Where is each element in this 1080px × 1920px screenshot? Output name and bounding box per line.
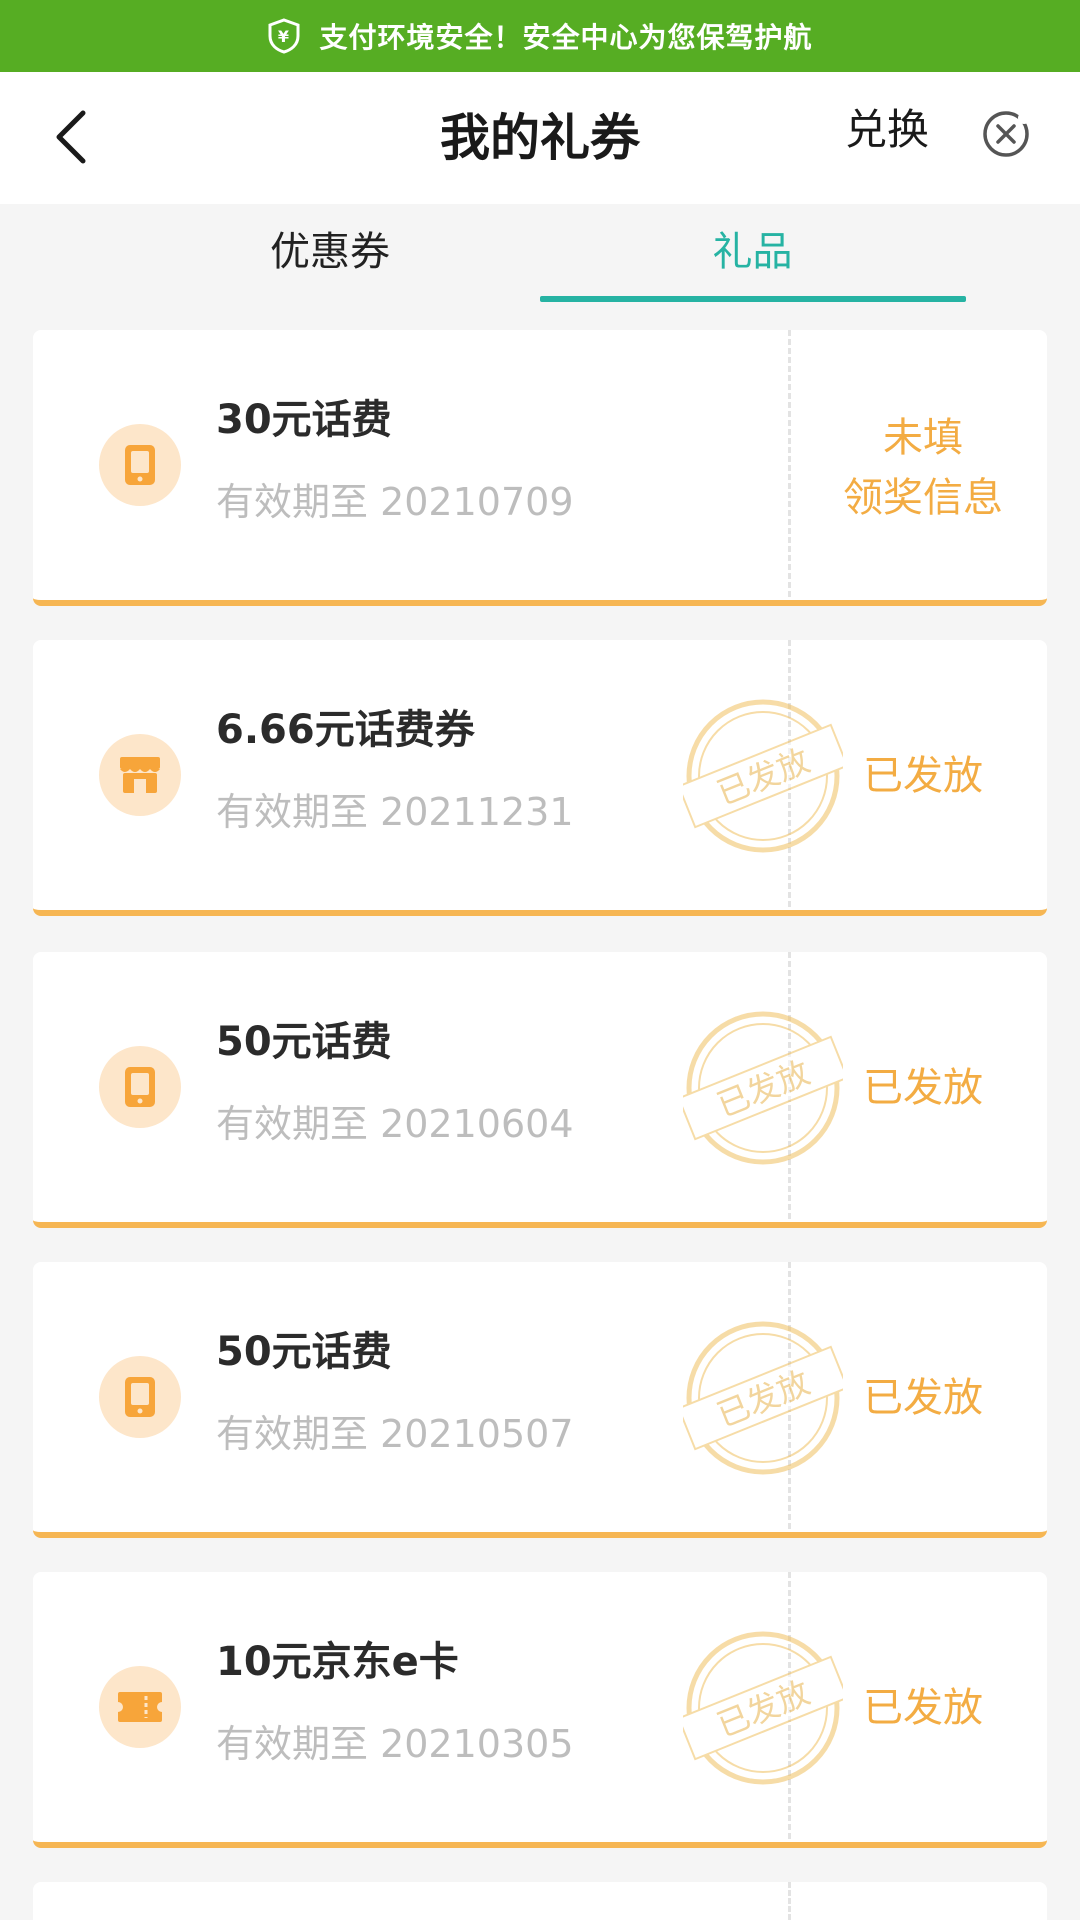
status-line-2: 领奖信息 [843,475,1003,521]
gift-name: 10元京东e卡 [216,1639,459,1685]
shield-yuan-icon: ¥ [268,18,300,54]
security-banner: ¥ 支付环境安全！安全中心为您保驾护航 [0,0,1080,72]
phone-icon [125,445,155,485]
app-header: 我的礼券 兑换 [0,72,1080,204]
gift-expiry: 有效期至 20210604 [216,1102,574,1146]
tab-bar: 优惠券 礼品 [0,204,1080,304]
gift-status: 已发放 [863,1685,983,1731]
tab-gifts[interactable]: 礼品 [540,224,965,280]
status-line-1: 未填 [883,415,963,461]
card-divider [788,1882,791,1920]
gift-card[interactable]: 30元话费 有效期至 20210709 未填 领奖信息 [33,330,1047,606]
svg-text:¥: ¥ [278,27,290,46]
gift-icon-badge [99,734,181,816]
gift-card[interactable]: 6.66元话费券 有效期至 20211231 已发放 已发放 [33,640,1047,916]
gift-expiry: 有效期至 20210507 [216,1412,574,1456]
gift-icon-badge [99,1046,181,1128]
gift-status: 已发放 [863,753,983,799]
gift-card[interactable]: 50元话费 有效期至 20210604 已发放 已发放 [33,952,1047,1228]
close-circle-icon[interactable] [978,106,1034,162]
gift-icon-badge [99,1356,181,1438]
active-tab-indicator [540,296,966,302]
gift-name: 30元话费 [216,397,392,443]
gift-status[interactable]: 未填 领奖信息 [803,408,1043,528]
gift-expiry: 有效期至 20210709 [216,480,574,524]
ticket-icon [118,1692,162,1722]
gift-expiry: 有效期至 20210305 [216,1722,574,1766]
gift-status: 已发放 [863,1375,983,1421]
gift-name: 50元话费 [216,1019,392,1065]
gift-status: 已发放 [863,1065,983,1111]
gift-icon-badge [99,1666,181,1748]
phone-icon [125,1377,155,1417]
exchange-button[interactable]: 兑换 [845,92,929,168]
tab-coupons[interactable]: 优惠券 [190,224,470,280]
gift-icon-badge [99,424,181,506]
gift-card[interactable]: 50元话费 有效期至 20210507 已发放 已发放 [33,1262,1047,1538]
card-divider [788,330,791,600]
store-icon [120,757,160,793]
gift-name: 6.66元话费券 [216,707,475,753]
security-banner-text: 支付环境安全！安全中心为您保驾护航 [319,21,813,54]
gift-name: 50元话费 [216,1329,392,1375]
gift-card-partial [33,1882,1047,1920]
gift-card[interactable]: 10元京东e卡 有效期至 20210305 已发放 已发放 [33,1572,1047,1848]
phone-icon [125,1067,155,1107]
gift-expiry: 有效期至 20211231 [216,790,574,834]
